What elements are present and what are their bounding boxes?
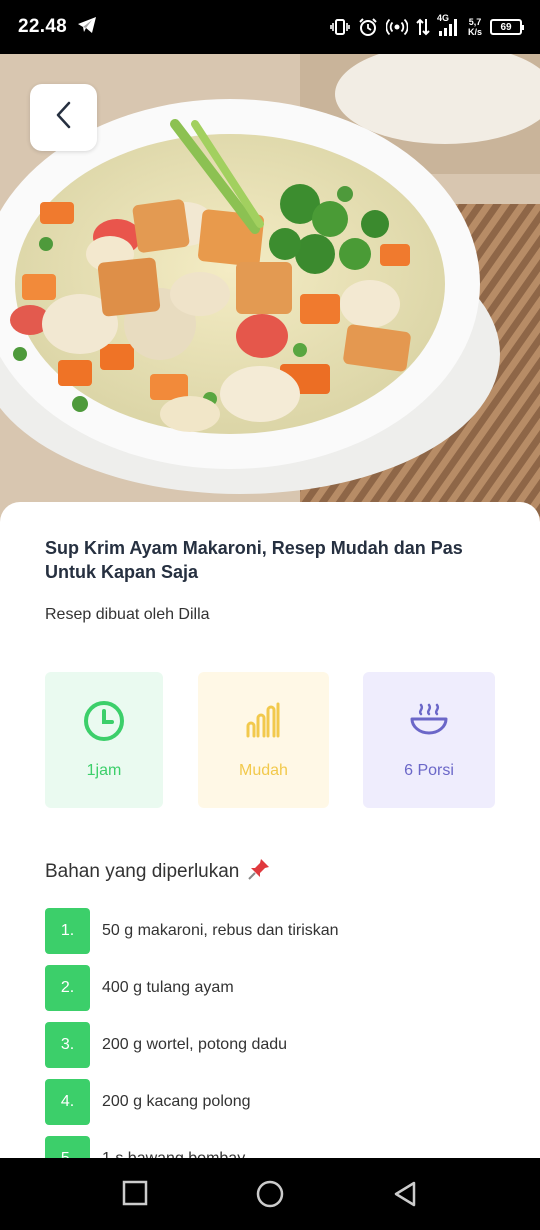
ingredient-text: 1 s bawang bombay — [102, 1150, 245, 1158]
bar-chart-icon — [198, 700, 329, 740]
back-nav-button[interactable] — [392, 1180, 418, 1213]
status-icons: 4G 5,7 K/s 69 — [330, 13, 524, 40]
list-item: 2. 400 g tulang ayam — [45, 965, 505, 1011]
ingredient-number: 2. — [45, 965, 90, 1011]
net-speed: 5,7 K/s — [468, 17, 482, 37]
difficulty-label: Mudah — [239, 762, 288, 779]
vibrate-icon — [330, 17, 350, 37]
difficulty-card: Mudah — [198, 672, 329, 808]
signal-icon: 4G — [437, 13, 460, 37]
battery-icon: 69 — [490, 19, 524, 35]
home-button[interactable] — [256, 1180, 284, 1213]
ingredient-text: 200 g wortel, potong dadu — [102, 1036, 288, 1053]
hotspot-icon — [385, 17, 408, 37]
status-bar: 22.48 4G 5,7 K/s 69 — [0, 0, 540, 54]
status-time: 22.48 — [18, 16, 68, 37]
list-item: 1. 50 g makaroni, rebus dan tiriskan — [45, 908, 505, 954]
recipe-author: Resep dibuat oleh Dilla — [45, 606, 210, 623]
ingredient-text: 50 g makaroni, rebus dan tiriskan — [102, 922, 339, 939]
bowl-icon — [363, 700, 495, 740]
ingredient-text: 400 g tulang ayam — [102, 979, 234, 996]
pushpin-icon — [247, 857, 271, 887]
battery-level: 69 — [500, 21, 512, 33]
ingredient-number: 3. — [45, 1022, 90, 1068]
ingredient-number: 4. — [45, 1079, 90, 1125]
portion-label: 6 Porsi — [404, 762, 454, 779]
net-speed-unit: K/s — [467, 27, 482, 37]
back-button[interactable] — [30, 84, 97, 151]
ingredients-heading-text: Bahan yang diperlukan — [45, 861, 240, 882]
ingredients-heading: Bahan yang diperlukan — [45, 857, 271, 887]
network-type: 4G — [436, 13, 449, 23]
telegram-icon — [77, 16, 97, 39]
ingredient-number: 5. — [45, 1136, 90, 1158]
portion-card: 6 Porsi — [363, 672, 495, 808]
recipe-title: Sup Krim Ayam Makaroni, Resep Mudah dan … — [45, 538, 463, 582]
net-speed-value: 5,7 — [468, 17, 482, 27]
chevron-left-icon — [54, 100, 74, 135]
list-item: 4. 200 g kacang polong — [45, 1079, 505, 1125]
clock-icon — [45, 700, 163, 742]
recent-apps-button[interactable] — [122, 1180, 148, 1211]
cooking-time-label: 1jam — [86, 762, 122, 779]
recipe-detail-panel: Sup Krim Ayam Makaroni, Resep Mudah dan … — [0, 502, 540, 1158]
list-item: 3. 200 g wortel, potong dadu — [45, 1022, 505, 1068]
alarm-icon — [358, 17, 378, 37]
cooking-time-card: 1jam — [45, 672, 163, 808]
data-arrows-icon — [416, 17, 430, 37]
system-nav-bar — [0, 1158, 540, 1230]
ingredient-text: 200 g kacang polong — [102, 1093, 251, 1110]
list-item: 5. 1 s bawang bombay — [45, 1136, 505, 1158]
ingredient-number: 1. — [45, 908, 90, 954]
